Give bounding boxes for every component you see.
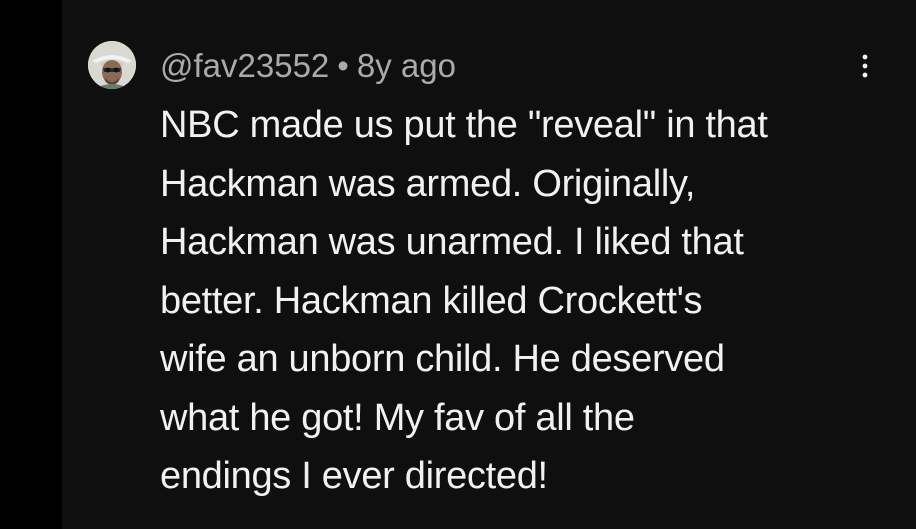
comment-line: Hackman was armed. Originally, [160, 162, 696, 205]
comment-screen: @fav23552 • 8y ago NBC made us put the "re… [0, 0, 916, 529]
comment-line: what he got! My fav of all the [160, 396, 635, 439]
avatar[interactable] [88, 41, 136, 89]
comment-line: endings I ever directed! [160, 455, 548, 497]
left-edge-strip [0, 0, 62, 529]
comment-line: Hackman was unarmed. I liked that [160, 221, 744, 263]
comment-line: better. Hackman killed Crockett's [160, 279, 703, 322]
comment-menu-button[interactable] [850, 48, 880, 84]
comment-header: @fav23552 • 8y ago [160, 42, 456, 90]
comment-line: NBC made us put the "reveal" in that [160, 104, 768, 146]
comment-line: wife an unborn child. He deserved [160, 338, 725, 380]
more-vertical-icon [862, 54, 868, 78]
author-handle[interactable]: @fav23552 [160, 47, 329, 84]
user-avatar-icon [88, 41, 136, 89]
meta-separator: • [337, 47, 349, 84]
comment-text: NBC made us put the "reveal" in that Hac… [160, 96, 860, 506]
comment-age[interactable]: 8y ago [357, 47, 456, 84]
